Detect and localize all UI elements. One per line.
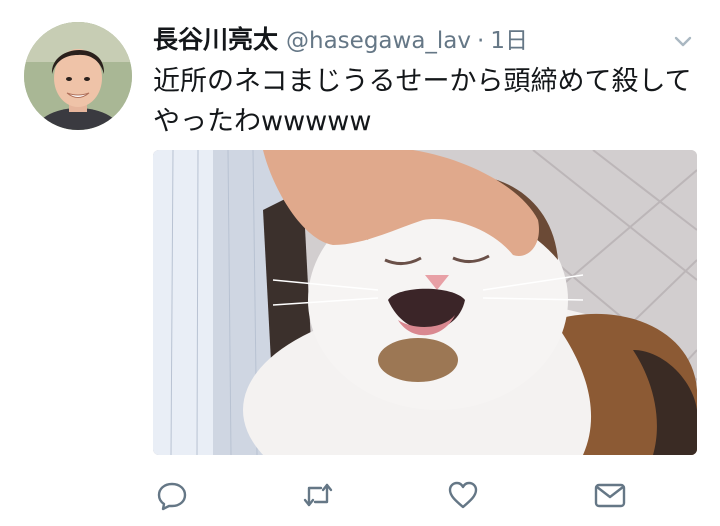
display-name[interactable]: 長谷川亮太 <box>153 20 278 56</box>
tweet-actions <box>153 478 697 514</box>
tweet-media-image[interactable] <box>153 150 697 455</box>
separator: · <box>477 28 485 54</box>
tweet: 長谷川亮太 @hasegawa_lav · 1日 近所のネコまじうるせーから頭締… <box>0 0 720 526</box>
tweet-header: 長谷川亮太 @hasegawa_lav · 1日 <box>153 20 660 60</box>
envelope-icon[interactable] <box>593 478 627 512</box>
timestamp[interactable]: 1日 <box>490 21 528 55</box>
retweet-icon[interactable] <box>301 478 335 512</box>
avatar-image <box>24 22 132 130</box>
chevron-down-icon[interactable] <box>672 30 694 52</box>
tweet-text: 近所のネコまじうるせーから頭締めて殺してやったわwwwww <box>153 66 692 137</box>
user-handle[interactable]: @hasegawa_lav <box>286 28 471 54</box>
avatar[interactable] <box>24 22 132 130</box>
reply-icon[interactable] <box>155 478 189 512</box>
heart-icon[interactable] <box>446 478 480 512</box>
